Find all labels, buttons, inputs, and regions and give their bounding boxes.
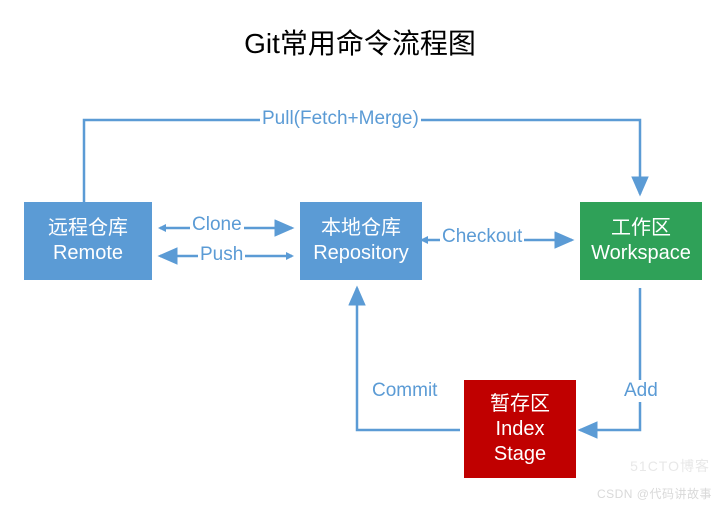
node-repository: 本地仓库 Repository <box>300 202 422 280</box>
watermark-csdn: CSDN @代码讲故事 <box>597 485 712 502</box>
label-clone: Clone <box>190 214 244 236</box>
label-pull: Pull(Fetch+Merge) <box>260 108 421 130</box>
node-remote-cn: 远程仓库 <box>48 216 128 241</box>
edge-push-start <box>286 252 294 260</box>
node-work-en: Workspace <box>591 241 691 266</box>
label-add: Add <box>622 380 660 402</box>
edge-pull <box>84 120 640 202</box>
watermark-51cto: 51CTO博客 <box>630 456 710 476</box>
node-stage-en2: Stage <box>494 442 546 467</box>
node-repo-cn: 本地仓库 <box>321 216 401 241</box>
label-checkout: Checkout <box>440 226 524 248</box>
edge-commit <box>357 288 460 430</box>
node-repo-en: Repository <box>313 241 409 266</box>
node-remote-en: Remote <box>53 241 123 266</box>
diagram-canvas: 远程仓库 Remote 本地仓库 Repository 工作区 Workspac… <box>0 0 720 508</box>
node-work-cn: 工作区 <box>611 216 671 241</box>
label-push: Push <box>198 244 245 266</box>
node-stage: 暂存区 Index Stage <box>464 380 576 478</box>
label-commit: Commit <box>370 380 439 402</box>
node-workspace: 工作区 Workspace <box>580 202 702 280</box>
edge-clone-start <box>158 224 166 232</box>
node-stage-cn: 暂存区 <box>490 392 550 417</box>
node-stage-en1: Index <box>496 417 545 442</box>
node-remote: 远程仓库 Remote <box>24 202 152 280</box>
edge-add <box>580 288 640 430</box>
